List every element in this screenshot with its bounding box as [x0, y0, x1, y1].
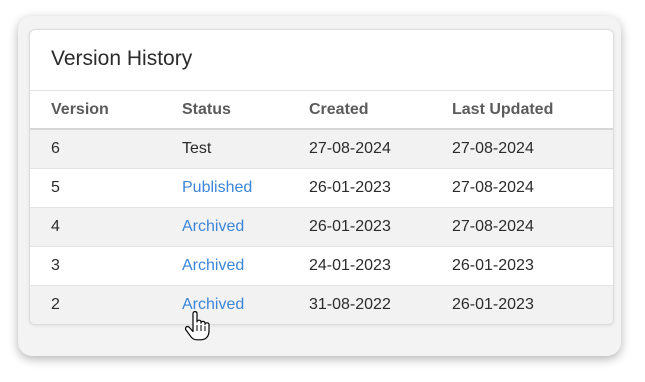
last-updated-cell: 26-01-2023 — [452, 246, 613, 286]
created-cell: 27-08-2024 — [309, 129, 452, 169]
last-updated-cell: 27-08-2024 — [452, 168, 613, 208]
last-updated-cell: 27-08-2024 — [452, 129, 613, 169]
version-cell: 2 — [30, 285, 182, 324]
last-updated-cell: 26-01-2023 — [452, 285, 613, 324]
status-cell: Test — [182, 129, 309, 169]
created-cell: 26-01-2023 — [309, 207, 452, 247]
last-updated-cell: 27-08-2024 — [452, 207, 613, 247]
created-cell: 26-01-2023 — [309, 168, 452, 208]
created-cell: 31-08-2022 — [309, 285, 452, 324]
table-header-row: Version Status Created Last Updated — [30, 91, 613, 130]
column-header-status[interactable]: Status — [182, 91, 309, 130]
version-cell: 6 — [30, 129, 182, 169]
table-row: 3 Archived 24-01-2023 26-01-2023 — [30, 246, 613, 286]
status-link[interactable]: Published — [182, 168, 309, 208]
version-table: Version Status Created Last Updated 6 Te… — [30, 91, 613, 324]
column-header-version[interactable]: Version — [30, 91, 182, 130]
table-row: 5 Published 26-01-2023 27-08-2024 — [30, 168, 613, 208]
table-row: 6 Test 27-08-2024 27-08-2024 — [30, 129, 613, 169]
table-row: 4 Archived 26-01-2023 27-08-2024 — [30, 207, 613, 247]
hand-pointer-icon — [184, 311, 210, 341]
version-cell: 4 — [30, 207, 182, 247]
panel-title: Version History — [30, 30, 613, 91]
status-link[interactable]: Archived — [182, 207, 309, 247]
status-link[interactable]: Archived — [182, 246, 309, 286]
version-cell: 5 — [30, 168, 182, 208]
created-cell: 24-01-2023 — [309, 246, 452, 286]
column-header-created[interactable]: Created — [309, 91, 452, 130]
column-header-last-updated[interactable]: Last Updated — [452, 91, 613, 130]
table-row: 2 Archived 31-08-2022 26-01-2023 — [30, 285, 613, 324]
version-history-panel: Version History Version Status Created L… — [29, 29, 614, 325]
version-cell: 3 — [30, 246, 182, 286]
